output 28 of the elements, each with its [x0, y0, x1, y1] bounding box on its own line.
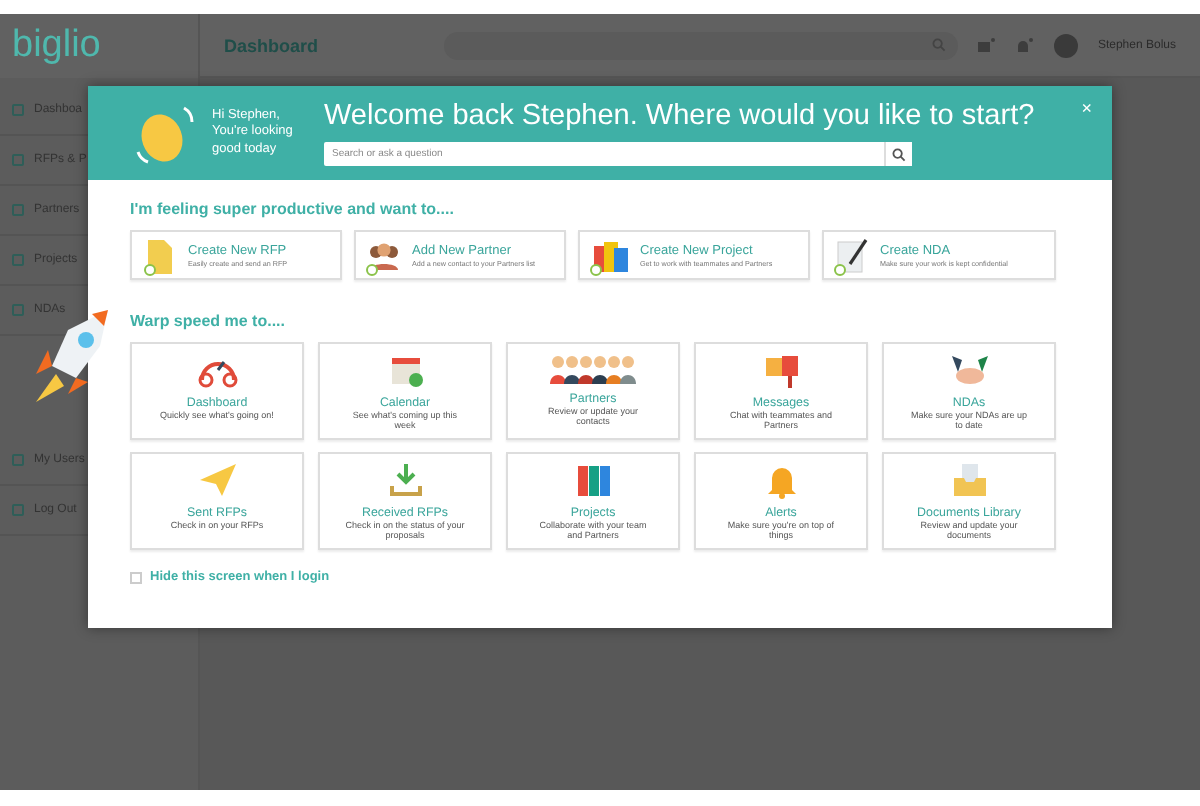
menu-item-icon	[12, 204, 24, 216]
bell-icon[interactable]	[1015, 37, 1034, 53]
download-tray-icon	[385, 460, 425, 500]
section-heading: Warp speed me to....	[130, 312, 287, 330]
chat-icon[interactable]	[977, 37, 996, 53]
dialog-title: Welcome back Stephen. Where would you like to start?	[324, 100, 1035, 132]
document-pen-icon	[832, 235, 872, 275]
paper-plane-icon	[195, 460, 239, 500]
group-of-people-icon	[549, 350, 637, 386]
close-button[interactable]: ×	[1081, 98, 1092, 118]
search-field[interactable]	[444, 31, 958, 59]
section-heading: I'm feeling super productive and want to....	[130, 200, 456, 218]
binders-icon	[573, 460, 613, 500]
checkbox[interactable]	[130, 571, 142, 583]
handshake-icon	[947, 350, 991, 390]
logo[interactable]: biglio	[0, 14, 200, 78]
menu-item-icon	[12, 154, 24, 166]
avatar[interactable]	[1053, 33, 1078, 57]
menu-item-icon	[12, 304, 24, 316]
search-button[interactable]	[884, 142, 912, 166]
menu-item-icon	[12, 504, 24, 516]
menu-item-icon	[12, 454, 24, 466]
menu-item-icon	[12, 254, 24, 266]
search-icon	[892, 147, 906, 161]
menu-item-icon	[12, 104, 24, 116]
document-tray-icon	[949, 460, 989, 500]
page-title: Dashboard	[224, 35, 321, 55]
search-icon	[931, 38, 946, 52]
